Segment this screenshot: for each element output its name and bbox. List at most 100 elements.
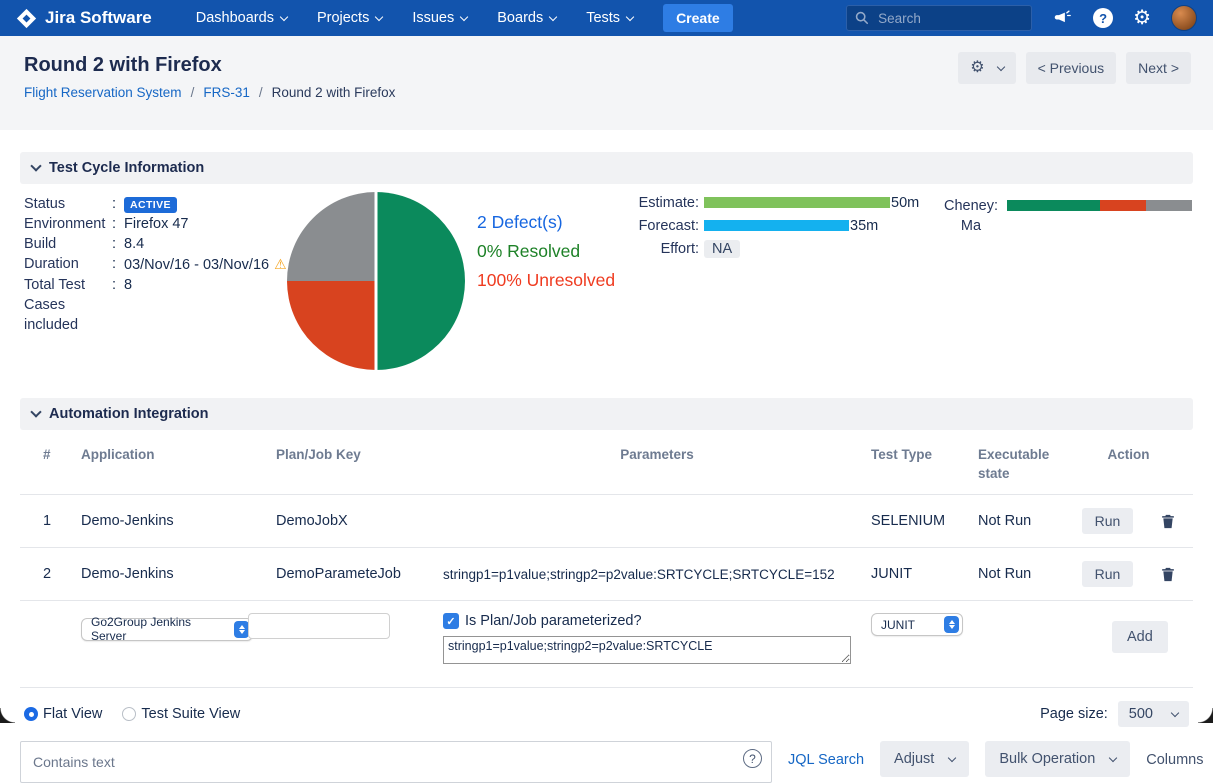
user-avatar[interactable] — [1171, 5, 1197, 31]
trash-icon[interactable] — [1161, 514, 1175, 529]
top-navbar: Jira Software Dashboards Projects Issues… — [0, 0, 1213, 36]
run-button[interactable]: Run — [1081, 561, 1134, 587]
page-size-select[interactable]: 500 — [1117, 701, 1189, 727]
estimate-row: Estimate: 50m — [638, 194, 920, 211]
nav-issues[interactable]: Issues — [412, 10, 469, 26]
nav-tests[interactable]: Tests — [586, 10, 635, 26]
environment-value: Firefox 47 — [124, 216, 189, 232]
collapse-caret-icon — [30, 406, 42, 418]
jira-logo-icon — [16, 8, 37, 29]
row-parameters: stringp1=p1value;stringp2=p2value:SRTCYC… — [443, 566, 835, 582]
search-icon — [855, 11, 869, 25]
build-value: 8.4 — [124, 236, 145, 252]
gear-icon: ⚙ — [970, 59, 985, 76]
col-action: Action — [1107, 447, 1150, 462]
row-plan-job-key: DemoParameteJob — [276, 566, 401, 582]
automation-table: # Application Plan/Job Key Parameters Te… — [20, 430, 1193, 688]
parameterized-checkbox[interactable]: ✓ — [443, 613, 459, 629]
create-button[interactable]: Create — [663, 4, 733, 32]
breadcrumb-project[interactable]: Flight Reservation System — [24, 85, 182, 100]
cycle-fields: Status : ACTIVE Environment : Firefox 47… — [24, 194, 287, 335]
chevron-down-icon — [460, 12, 469, 21]
brand-label: Jira Software — [45, 8, 152, 27]
chevron-down-icon — [996, 62, 1005, 71]
col-executable-state: Executable state — [978, 447, 1050, 481]
nav-boards[interactable]: Boards — [497, 10, 558, 26]
row-plan-job-key: DemoJobX — [276, 513, 348, 529]
row-application: Demo-Jenkins — [81, 566, 174, 582]
adjust-button[interactable]: Adjust — [880, 741, 970, 777]
announcements-icon[interactable] — [1052, 9, 1073, 28]
nav-dashboards[interactable]: Dashboards — [196, 10, 289, 26]
forecast-value: 35m — [850, 217, 879, 234]
jql-search-link[interactable]: JQL Search — [788, 741, 864, 768]
results-footer: Flat View Test Suite View Page size: 500… — [20, 688, 1203, 783]
row-test-type: SELENIUM — [871, 513, 946, 529]
field-build: Build : 8.4 — [24, 234, 282, 254]
jira-brand[interactable]: Jira Software — [16, 8, 152, 29]
settings-gear-icon[interactable]: ⚙ — [1133, 8, 1151, 28]
collapse-caret-icon — [30, 160, 42, 172]
add-automation-row: Go2Group Jenkins Server ✓ Is Plan/Job pa… — [20, 601, 1193, 688]
forecast-bar — [704, 220, 849, 231]
help-icon[interactable]: ? — [1093, 8, 1114, 28]
breadcrumb-current: Round 2 with Firefox — [271, 85, 396, 100]
jenkins-server-select[interactable]: Go2Group Jenkins Server — [81, 615, 253, 643]
test-type-select[interactable]: JUNIT — [871, 613, 963, 636]
select-stepper-icon — [944, 616, 959, 633]
next-button[interactable]: Next > — [1126, 52, 1191, 84]
estimate-bar — [704, 197, 890, 208]
flat-view-radio[interactable] — [24, 707, 38, 721]
assignee-bar — [1007, 200, 1192, 211]
global-search[interactable] — [846, 5, 1033, 31]
col-application: Application — [81, 447, 155, 462]
search-input[interactable] — [876, 9, 1024, 27]
test-suite-view-radio[interactable] — [122, 707, 137, 721]
status-badge: ACTIVE — [124, 197, 177, 213]
parameters-textarea[interactable]: stringp1=p1value;stringp2=p2value:SRTCYC… — [443, 636, 851, 664]
progress-bars: Estimate: 50m Forecast: 35m Effort: NA — [615, 194, 919, 263]
contains-text-input[interactable] — [20, 741, 772, 783]
warning-icon: ⚠ — [274, 256, 287, 272]
col-parameters: Parameters — [620, 447, 694, 462]
defects-unresolved: 100% Unresolved — [477, 270, 616, 290]
bulk-operation-button[interactable]: Bulk Operation — [985, 741, 1131, 777]
chevron-down-icon — [948, 753, 957, 762]
chevron-down-icon — [279, 12, 289, 21]
automation-section-header[interactable]: Automation Integration — [20, 398, 1193, 430]
assignee-progress: Cheney: Ma — [935, 196, 1192, 236]
field-environment: Environment : Firefox 47 — [24, 214, 282, 234]
screen-corner-artifact — [1198, 708, 1213, 723]
add-button[interactable]: Add — [1112, 621, 1168, 653]
defects-pie — [287, 192, 465, 370]
page-header: Round 2 with Firefox Flight Reservation … — [0, 36, 1213, 130]
nav-projects[interactable]: Projects — [317, 10, 384, 26]
plan-job-key-input[interactable] — [248, 613, 390, 639]
defect-count-link[interactable]: 2 Defect(s) — [477, 208, 615, 237]
select-stepper-icon — [234, 620, 249, 638]
col-plan-job-key: Plan/Job Key — [276, 447, 361, 462]
test-suite-view-label: Test Suite View — [141, 706, 241, 722]
run-button[interactable]: Run — [1081, 508, 1134, 534]
filter-help-icon[interactable]: ? — [743, 749, 762, 768]
columns-button[interactable]: Columns — [1146, 741, 1213, 768]
check-icon: ✓ — [446, 615, 456, 628]
breadcrumb-issue-key[interactable]: FRS-31 — [203, 85, 250, 100]
forecast-row: Forecast: 35m — [638, 217, 879, 234]
chevron-down-icon — [548, 12, 558, 21]
effort-value: NA — [704, 239, 741, 258]
test-cycle-section-header[interactable]: Test Cycle Information — [20, 152, 1193, 184]
defects-resolved: 0% Resolved — [477, 241, 581, 261]
cycle-settings-button[interactable]: ⚙ — [958, 52, 1016, 84]
row-num: 2 — [43, 566, 52, 582]
chevron-down-icon — [1109, 753, 1118, 762]
estimate-value: 50m — [891, 194, 920, 211]
previous-button[interactable]: < Previous — [1025, 52, 1117, 84]
duration-value: 03/Nov/16 - 03/Nov/16 — [124, 257, 270, 273]
row-test-type: JUNIT — [871, 566, 913, 582]
row-num: 1 — [43, 513, 52, 529]
effort-row: Effort: NA — [615, 239, 919, 258]
trash-icon[interactable] — [1161, 567, 1175, 582]
chevron-down-icon — [375, 12, 384, 21]
row-executable-state: Not Run — [978, 566, 1032, 582]
